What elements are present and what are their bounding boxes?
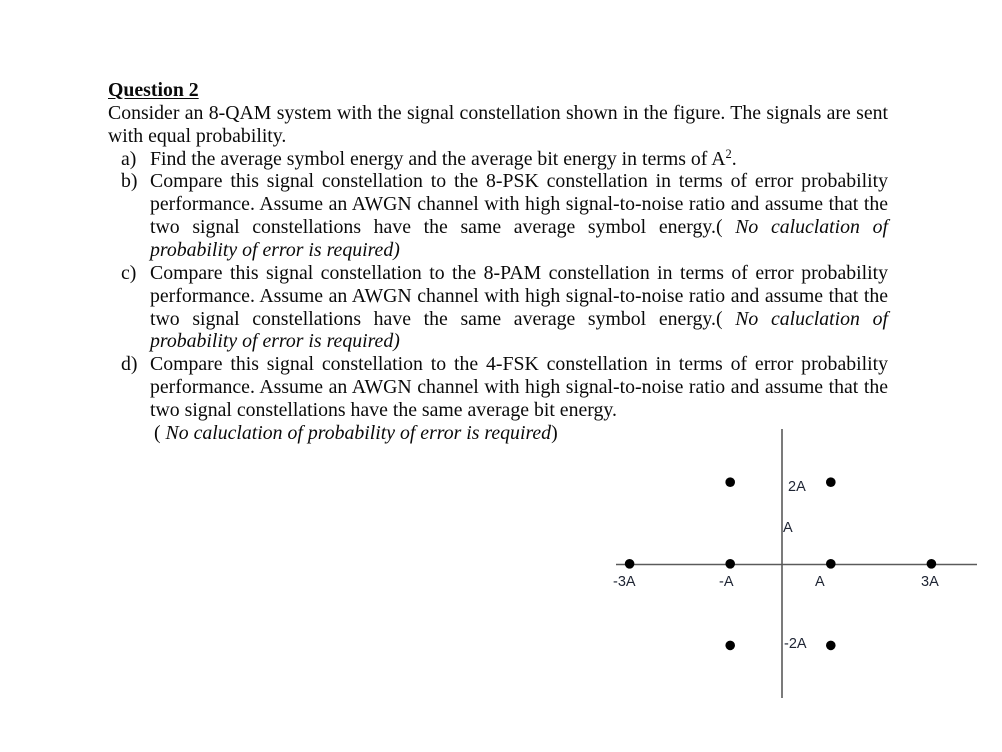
intro-line: Consider an 8-QAM system with the signal… bbox=[108, 101, 888, 124]
part-line: probability of error is required) bbox=[150, 330, 888, 353]
question-document: Question 2 Consider an 8-QAM system with… bbox=[108, 79, 888, 445]
x-tick-label: A bbox=[815, 574, 825, 590]
part-line: two signal constellations have the same … bbox=[150, 308, 888, 331]
close-paren: ) bbox=[551, 421, 558, 444]
italic-note: probability of error is required) bbox=[150, 330, 400, 353]
constellation-point bbox=[624, 559, 635, 569]
constellation-point bbox=[826, 477, 836, 488]
part-b: b) Compare this signal constellation to … bbox=[108, 170, 888, 261]
constellation-points bbox=[624, 477, 937, 651]
open-paren: ( bbox=[154, 421, 166, 444]
part-c: c) Compare this signal constellation to … bbox=[108, 262, 888, 353]
part-line: ( No caluclation of probability of error… bbox=[154, 422, 888, 445]
question-title: Question 2 bbox=[108, 79, 199, 101]
constellation-point bbox=[725, 559, 735, 569]
constellation-point bbox=[725, 477, 735, 488]
part-line: Compare this signal constellation to the… bbox=[150, 353, 888, 376]
part-a: a) Find the average symbol energy and th… bbox=[108, 146, 888, 171]
part-line: Compare this signal constellation to the… bbox=[150, 261, 888, 284]
x-tick-label: -3A bbox=[613, 574, 636, 590]
x-tick-label: 3A bbox=[921, 574, 939, 590]
part-label: b) bbox=[121, 170, 138, 193]
intro-line: with equal probability. bbox=[108, 124, 287, 147]
part-text: Find the average symbol energy and the a… bbox=[150, 147, 726, 170]
part-line: Compare this signal constellation to the… bbox=[150, 170, 888, 193]
part-text: two signal constellations have the same … bbox=[150, 216, 723, 239]
part-line: performance. Assume an AWGN channel with… bbox=[150, 193, 888, 216]
part-line: two signal constellations have the same … bbox=[150, 399, 617, 422]
part-line: performance. Assume an AWGN channel with… bbox=[150, 284, 888, 307]
x-tick-label: -A bbox=[719, 574, 734, 590]
part-line: two signal constellations have the same … bbox=[150, 216, 888, 239]
constellation-point bbox=[926, 559, 937, 569]
part-label: c) bbox=[121, 261, 137, 284]
y-axis-label: 2A bbox=[788, 479, 806, 495]
part-label: d) bbox=[121, 353, 138, 376]
italic-note: probability of error is required) bbox=[150, 239, 400, 262]
constellation-point bbox=[826, 559, 836, 569]
part-text: two signal constellations have the same … bbox=[150, 307, 723, 330]
y-axis-label: A bbox=[783, 520, 793, 536]
part-d: d) Compare this signal constellation to … bbox=[108, 353, 888, 444]
part-line: performance. Assume an AWGN channel with… bbox=[150, 376, 888, 399]
italic-note: No caluclation of probability of error i… bbox=[165, 421, 552, 444]
part-line: probability of error is required) bbox=[150, 239, 888, 262]
y-axis-label: -2A bbox=[784, 636, 807, 652]
constellation-point bbox=[826, 640, 836, 651]
constellation-point bbox=[725, 640, 735, 651]
italic-note: No caluclation of bbox=[722, 307, 888, 330]
part-text-end: . bbox=[731, 147, 737, 170]
italic-note: No caluclation of bbox=[722, 216, 888, 239]
part-label: a) bbox=[121, 147, 137, 170]
superscript: 2 bbox=[725, 146, 732, 161]
part-line: Find the average symbol energy and the a… bbox=[150, 146, 888, 171]
